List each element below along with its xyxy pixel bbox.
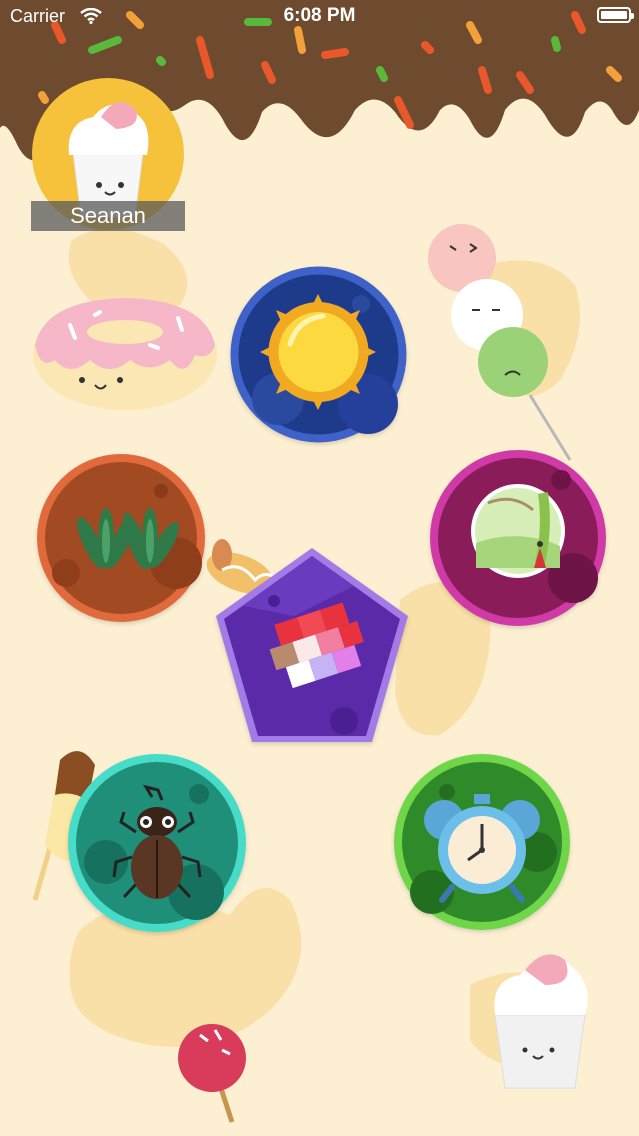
battery-icon bbox=[597, 7, 634, 23]
puzzle-icon bbox=[216, 548, 408, 742]
level-plant-button[interactable] bbox=[36, 453, 206, 623]
clock-time: 6:08 PM bbox=[283, 5, 356, 26]
painting-icon bbox=[430, 450, 606, 626]
candy-apple-decoration bbox=[178, 1024, 246, 1123]
level-painting-button[interactable] bbox=[428, 448, 608, 628]
alarm-clock-icon bbox=[394, 754, 570, 930]
donut-decoration bbox=[33, 298, 217, 410]
plant-icon bbox=[37, 454, 205, 622]
level-alarm-clock-button[interactable] bbox=[392, 752, 572, 932]
beetle-icon bbox=[68, 754, 246, 932]
level-puzzle-button[interactable] bbox=[214, 546, 410, 744]
status-bar: Carrier 6:08 PM bbox=[0, 0, 639, 34]
sun-icon bbox=[230, 266, 407, 443]
level-beetle-button[interactable] bbox=[66, 752, 248, 934]
player-name: Seanan bbox=[31, 201, 185, 231]
level-sun-button[interactable] bbox=[228, 264, 409, 445]
